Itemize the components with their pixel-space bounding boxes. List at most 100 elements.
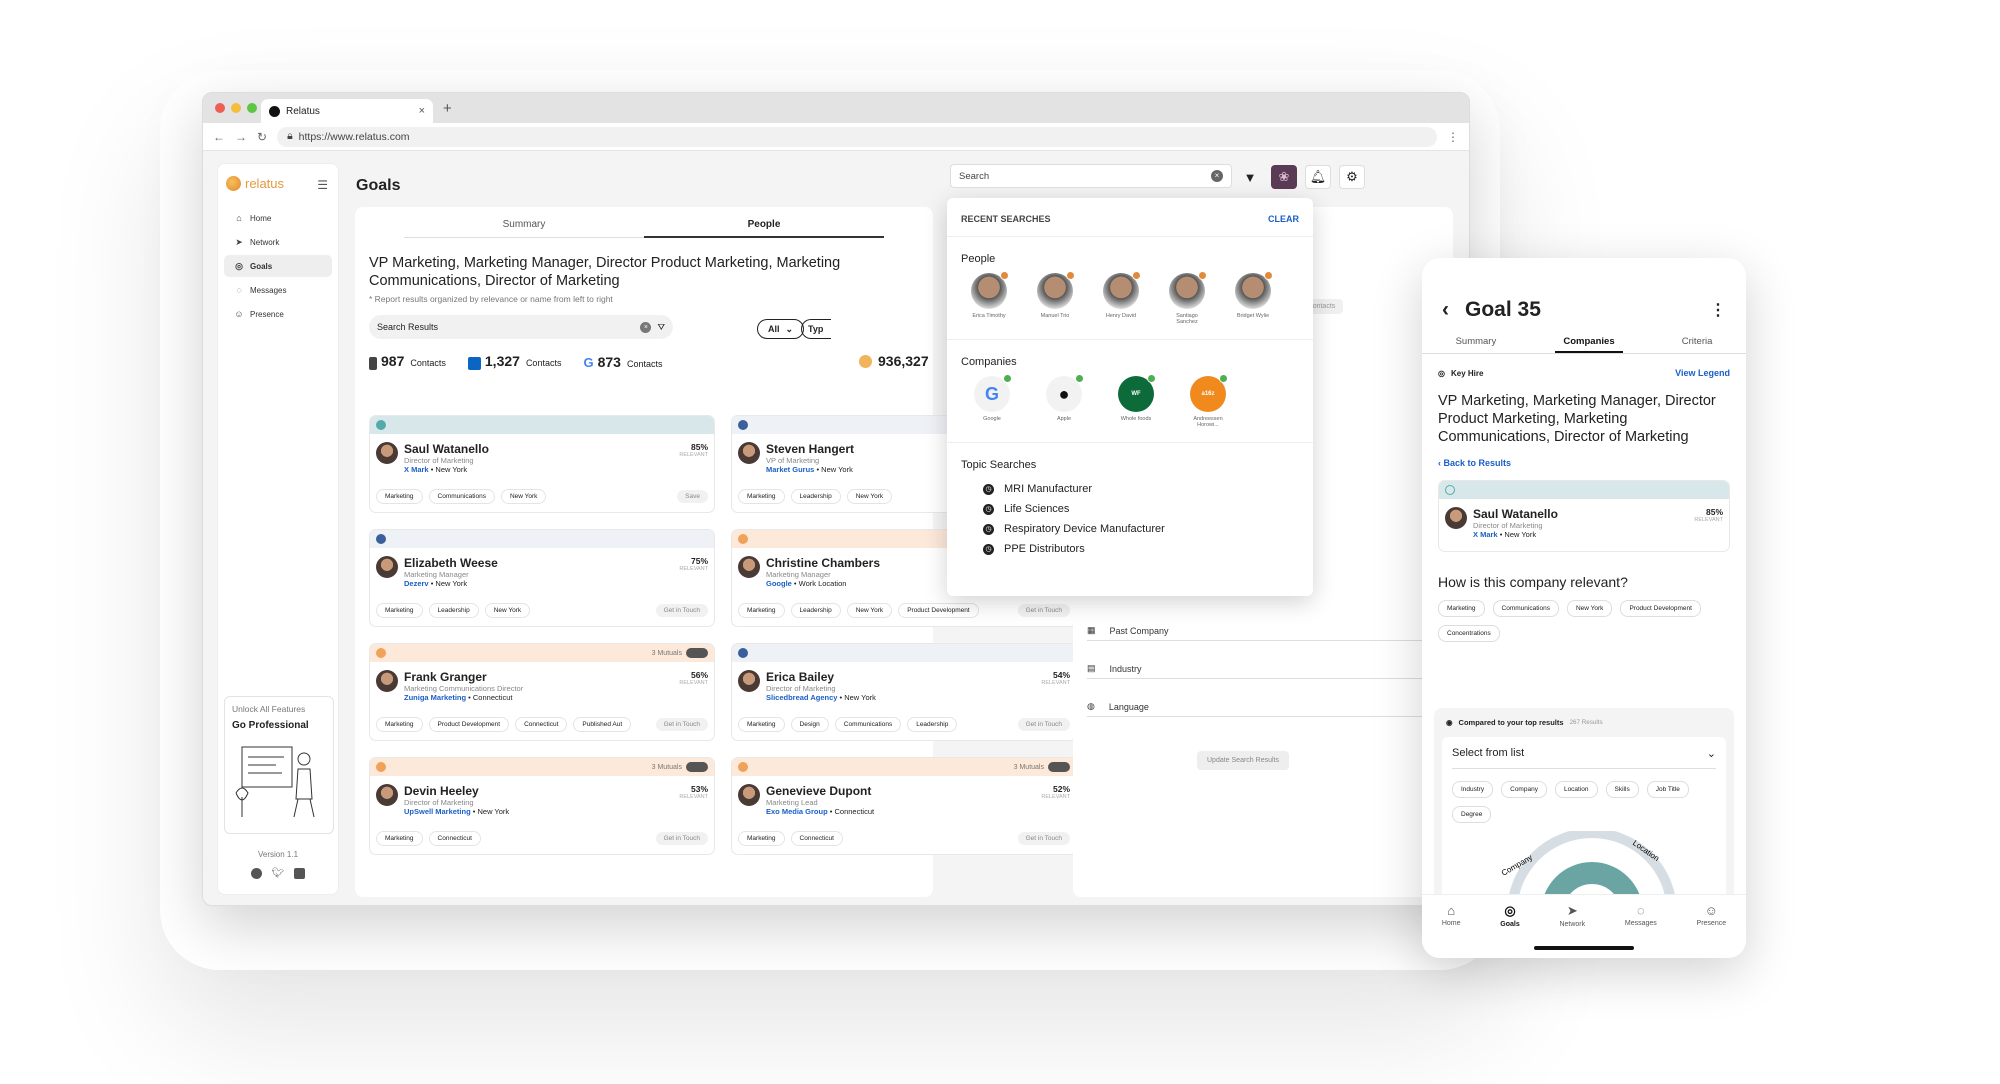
hamburger-menu-icon[interactable]: ☰ (317, 178, 328, 192)
person-company[interactable]: UpSwell Marketing (404, 807, 471, 816)
skill-tag[interactable]: Marketing (376, 717, 423, 732)
close-tab-icon[interactable]: × (419, 105, 425, 117)
criteria-chip[interactable]: Skills (1605, 781, 1639, 798)
mutuals-count[interactable]: 3 Mutuals (652, 764, 682, 771)
company-google[interactable]: G Google (967, 374, 1017, 428)
url-field[interactable]: 🔒︎ https://www.relatus.com (277, 126, 1437, 147)
back-chevron-icon[interactable]: ‹ (1442, 298, 1449, 322)
reload-icon[interactable]: ↻ (257, 130, 267, 144)
mobile-nav-home[interactable]: ⌂ Home (1442, 903, 1461, 958)
select-dropdown[interactable]: Select from list ⌄ (1452, 747, 1716, 769)
skill-tag[interactable]: New York (484, 603, 531, 618)
more-vertical-icon[interactable]: ⋮ (1710, 300, 1726, 320)
relevance-tag[interactable]: Product Development (1620, 600, 1701, 617)
topic-item[interactable]: ◷ Life Sciences (947, 499, 1313, 519)
person-card[interactable]: Elizabeth Weese Marketing Manager Dezerv •… (369, 529, 715, 627)
relevance-tag[interactable]: Communications (1492, 600, 1559, 617)
criteria-chip[interactable]: Industry (1452, 781, 1494, 798)
bell-icon[interactable]: 🔔︎ (1305, 165, 1331, 189)
update-search-button[interactable]: Update Search Results (1197, 751, 1289, 770)
skill-tag[interactable]: Marketing (738, 717, 785, 732)
tab-summary[interactable]: Summary (404, 219, 644, 238)
skill-tag[interactable]: Connecticut (428, 831, 481, 846)
clear-button[interactable]: CLEAR (1268, 214, 1299, 224)
criteria-chip[interactable]: Degree (1452, 806, 1492, 823)
person-company[interactable]: X Mark (1473, 530, 1498, 539)
clear-search-icon[interactable]: × (1211, 170, 1223, 182)
maximize-window-dot[interactable] (247, 103, 257, 113)
mobile-tab-companies[interactable]: Companies (1555, 332, 1623, 353)
filter-funnel-icon[interactable]: ⛛ (657, 322, 665, 333)
skill-tag[interactable]: Communications (428, 489, 495, 504)
tab-people[interactable]: People (644, 219, 884, 238)
filter-icon[interactable]: ▼ (1237, 165, 1263, 189)
person-company[interactable]: Zuniga Marketing (404, 693, 466, 702)
card-action-button[interactable]: Get in Touch (655, 832, 708, 845)
mutuals-count[interactable]: 3 Mutuals (652, 650, 682, 657)
person-company[interactable]: Google (766, 579, 792, 588)
new-tab-icon[interactable]: + (443, 100, 452, 117)
recent-person[interactable]: Henry David (1099, 271, 1143, 325)
person-name[interactable]: Erica Bailey (766, 670, 876, 684)
card-action-button[interactable]: Get in Touch (1017, 604, 1070, 617)
person-card[interactable]: 3 Mutuals Genevieve Dupont Marketing Lead E… (731, 757, 1077, 855)
person-name[interactable]: Saul Watanello (404, 442, 489, 456)
person-company[interactable]: X Mark (404, 465, 429, 474)
relevance-tag[interactable]: Concentrations (1438, 625, 1500, 642)
window-controls[interactable] (215, 103, 257, 113)
topic-item[interactable]: ◷ Respiratory Device Manufacturer (947, 519, 1313, 539)
card-action-button[interactable]: Get in Touch (655, 604, 708, 617)
browser-menu-icon[interactable]: ⋮ (1447, 130, 1459, 144)
mutuals-count[interactable]: 3 Mutuals (1014, 764, 1044, 771)
card-action-button[interactable]: Save (677, 490, 708, 503)
facebook-icon[interactable] (250, 868, 262, 879)
sidebar-item-network[interactable]: ➤ Network (224, 231, 332, 253)
filter-all-dropdown[interactable]: All ⌄ (757, 319, 805, 339)
skill-tag[interactable]: Published Aut (573, 717, 632, 732)
mobile-nav-goals[interactable]: ◎ Goals (1500, 903, 1519, 958)
skill-tag[interactable]: Marketing (738, 603, 785, 618)
sidebar-item-goals[interactable]: ◎ Goals (224, 255, 332, 277)
user-avatar[interactable]: ❀ (1271, 165, 1297, 189)
card-action-button[interactable]: Get in Touch (1017, 832, 1070, 845)
back-to-results-link[interactable]: ‹ Back to Results (1422, 446, 1746, 480)
criteria-chip[interactable]: Location (1554, 781, 1598, 798)
criteria-chip[interactable]: Job Title (1646, 781, 1689, 798)
person-company[interactable]: Dezerv (404, 579, 429, 588)
skill-tag[interactable]: New York (846, 489, 893, 504)
person-name[interactable]: Steven Hangert (766, 442, 854, 456)
mobile-person-card[interactable]: Saul Watanello Director of Marketing X M… (1438, 480, 1730, 552)
skill-tag[interactable]: Leadership (790, 489, 841, 504)
skill-tag[interactable]: Connecticut (515, 717, 568, 732)
person-card[interactable]: Erica Bailey Director of Marketing Slicedb… (731, 643, 1077, 741)
skill-tag[interactable]: Design (790, 717, 829, 732)
person-name[interactable]: Frank Granger (404, 670, 523, 684)
company-whole-foods[interactable]: WF Whole foods (1111, 374, 1161, 428)
skill-tag[interactable]: Leadership (428, 603, 479, 618)
recent-person[interactable]: Bridget Wylie (1231, 271, 1275, 325)
forward-arrow-icon[interactable]: → (235, 130, 247, 144)
skill-tag[interactable]: Leadership (790, 603, 841, 618)
back-arrow-icon[interactable]: ← (213, 130, 225, 144)
mobile-nav-presence[interactable]: ☺ Presence (1697, 903, 1727, 958)
skill-tag[interactable]: New York (846, 603, 893, 618)
view-legend-link[interactable]: View Legend (1675, 368, 1730, 378)
person-name[interactable]: Christine Chambers (766, 556, 880, 570)
skill-tag[interactable]: Communications (834, 717, 902, 732)
sidebar-item-messages[interactable]: ◌ Messages (224, 279, 332, 301)
browser-tab[interactable]: Relatus × (261, 99, 433, 123)
person-name[interactable]: Devin Heeley (404, 784, 509, 798)
mobile-tab-criteria[interactable]: Criteria (1674, 332, 1721, 353)
skill-tag[interactable]: Marketing (376, 489, 423, 504)
skill-tag[interactable]: Connecticut (790, 831, 843, 846)
company-apple[interactable]: ● Apple (1039, 374, 1089, 428)
skill-tag[interactable]: Marketing (738, 489, 785, 504)
topic-item[interactable]: ◷ MRI Manufacturer (947, 479, 1313, 499)
skill-tag[interactable]: Marketing (376, 603, 423, 618)
relevance-tag[interactable]: Marketing (1438, 600, 1485, 617)
sidebar-item-home[interactable]: ⌂ Home (224, 207, 332, 229)
sidebar-item-presence[interactable]: ☺ Presence (224, 303, 332, 325)
recent-person[interactable]: Erica Timothy (967, 271, 1011, 325)
recent-person[interactable]: Manuel Trio (1033, 271, 1077, 325)
card-action-button[interactable]: Get in Touch (1017, 718, 1070, 731)
